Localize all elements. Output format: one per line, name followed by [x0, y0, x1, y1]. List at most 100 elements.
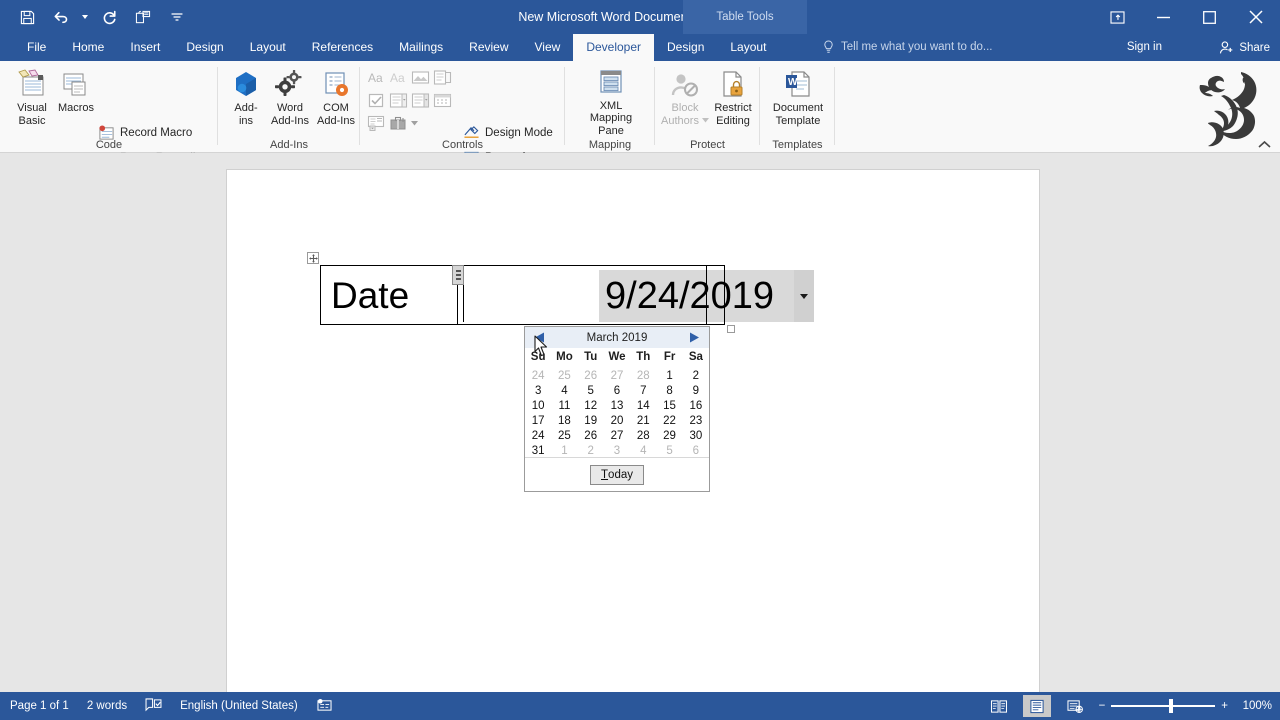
calendar-day[interactable]: 28	[630, 429, 656, 444]
table-cell-label[interactable]: Date	[320, 265, 458, 325]
combo-box-content-control-icon	[388, 90, 409, 111]
calendar-day[interactable]: 24	[525, 429, 551, 444]
undo-icon[interactable]	[44, 2, 78, 32]
xml-mapping-pane-icon	[596, 65, 626, 97]
repeating-section-content-control-icon	[366, 113, 387, 134]
macros-button[interactable]: Macros	[48, 65, 104, 137]
calendar-day[interactable]: 15	[656, 399, 682, 414]
tab-developer[interactable]: Developer	[573, 34, 655, 61]
calendar-day[interactable]: 11	[551, 399, 577, 414]
date-picker-dropdown-button[interactable]	[794, 270, 814, 322]
minimize-icon[interactable]	[1140, 0, 1186, 34]
customize-qat-icon[interactable]	[160, 2, 194, 32]
restore-icon[interactable]	[1186, 0, 1232, 34]
zoom-level-label[interactable]: 100%	[1238, 700, 1272, 712]
tab-home[interactable]: Home	[59, 34, 117, 61]
calendar-day[interactable]: 20	[604, 414, 630, 429]
save-icon[interactable]	[10, 2, 44, 32]
calendar-day[interactable]: 8	[656, 384, 682, 399]
calendar-day[interactable]: 26	[578, 429, 604, 444]
tab-references[interactable]: References	[299, 34, 386, 61]
calendar-day[interactable]: 24	[525, 369, 551, 384]
tab-layout[interactable]: Layout	[237, 34, 299, 61]
zoom-out-button[interactable]: −	[1099, 700, 1106, 712]
legacy-tools-dropdown-arrow[interactable]	[410, 121, 419, 126]
share-button[interactable]: Share	[1219, 34, 1270, 61]
tab-file[interactable]: File	[14, 34, 59, 61]
sign-in-button[interactable]: Sign in	[1127, 34, 1162, 61]
content-controls-gallery: Aa Aa	[366, 67, 454, 134]
tab-mailings[interactable]: Mailings	[386, 34, 456, 61]
calendar-day[interactable]: 27	[604, 369, 630, 384]
ribbon-display-options-icon[interactable]	[1094, 0, 1140, 34]
tab-design[interactable]: Design	[173, 34, 236, 61]
share-label: Share	[1239, 41, 1270, 54]
calendar-day[interactable]: 17	[525, 414, 551, 429]
calendar-day[interactable]: 1	[656, 369, 682, 384]
calendar-day[interactable]: 16	[683, 399, 709, 414]
calendar-day[interactable]: 22	[656, 414, 682, 429]
calendar-month-title[interactable]: March 2019	[587, 332, 648, 344]
page-indicator[interactable]: Page 1 of 1	[10, 700, 69, 712]
word-count[interactable]: 2 words	[87, 700, 127, 712]
calendar-day[interactable]: 26	[578, 369, 604, 384]
calendar-previous-month-button[interactable]	[533, 331, 547, 344]
calendar-day[interactable]: 19	[578, 414, 604, 429]
calendar-day[interactable]: 30	[683, 429, 709, 444]
calendar-day[interactable]: 23	[683, 414, 709, 429]
calendar-day[interactable]: 9	[683, 384, 709, 399]
restrict-editing-button[interactable]: Restrict Editing	[705, 65, 761, 137]
tab-table-design[interactable]: Design	[654, 34, 717, 61]
tell-me-search[interactable]: Tell me what you want to do...	[822, 34, 993, 61]
web-layout-view-button[interactable]	[1061, 695, 1089, 717]
record-macro-status-icon[interactable]	[316, 698, 333, 715]
zoom-slider[interactable]: − +	[1099, 699, 1228, 713]
calendar-day[interactable]: 4	[551, 384, 577, 399]
content-control-handle[interactable]	[452, 265, 464, 285]
zoom-in-button[interactable]: +	[1221, 700, 1228, 712]
calendar-header: March 2019	[525, 327, 709, 348]
calendar-day[interactable]: 21	[630, 414, 656, 429]
calendar-next-month-button[interactable]	[687, 331, 701, 344]
com-addins-button[interactable]: COM Add-Ins	[308, 65, 364, 137]
calendar-day[interactable]: 27	[604, 429, 630, 444]
macros-label: Macros	[57, 102, 95, 114]
redo-icon[interactable]	[92, 2, 126, 32]
tab-table-layout[interactable]: Layout	[717, 34, 779, 61]
calendar-day[interactable]: 14	[630, 399, 656, 414]
tab-view[interactable]: View	[522, 34, 574, 61]
calendar-day[interactable]: 29	[656, 429, 682, 444]
tab-review[interactable]: Review	[456, 34, 521, 61]
calendar-day[interactable]: 6	[604, 384, 630, 399]
tab-insert[interactable]: Insert	[117, 34, 173, 61]
zoom-slider-track[interactable]	[1111, 699, 1216, 713]
ribbon-group-code: Visual Basic Macros Record Macro Code	[0, 61, 218, 188]
calendar-day[interactable]: 3	[525, 384, 551, 399]
calendar-today-button[interactable]: Today	[590, 464, 644, 485]
record-macro-label: Record Macro	[120, 126, 193, 139]
document-template-button[interactable]: W Document Template	[764, 65, 832, 137]
read-mode-view-button[interactable]	[985, 695, 1013, 717]
calendar-day[interactable]: 13	[604, 399, 630, 414]
xml-mapping-pane-button[interactable]: XML Mapping Pane	[580, 65, 642, 137]
table-cell-date[interactable]: 9/24/2019	[457, 265, 814, 325]
table-move-handle[interactable]	[307, 252, 319, 264]
language-indicator[interactable]: English (United States)	[180, 700, 298, 712]
calendar-day[interactable]: 12	[578, 399, 604, 414]
calendar-day[interactable]: 2	[683, 369, 709, 384]
calendar-day[interactable]: 10	[525, 399, 551, 414]
table-cell-empty[interactable]	[706, 265, 725, 325]
print-layout-view-button[interactable]	[1022, 695, 1051, 717]
calendar-day[interactable]: 25	[551, 429, 577, 444]
touch-mouse-mode-icon[interactable]	[126, 2, 160, 32]
calendar-day[interactable]: 7	[630, 384, 656, 399]
proofing-errors-icon[interactable]	[145, 697, 162, 715]
calendar-day[interactable]: 28	[630, 369, 656, 384]
collapse-ribbon-button[interactable]	[1258, 136, 1272, 150]
close-icon[interactable]	[1232, 0, 1280, 34]
zoom-slider-thumb[interactable]	[1169, 699, 1174, 713]
undo-dropdown-arrow[interactable]	[78, 2, 92, 32]
calendar-day[interactable]: 18	[551, 414, 577, 429]
calendar-day[interactable]: 25	[551, 369, 577, 384]
calendar-day[interactable]: 5	[578, 384, 604, 399]
